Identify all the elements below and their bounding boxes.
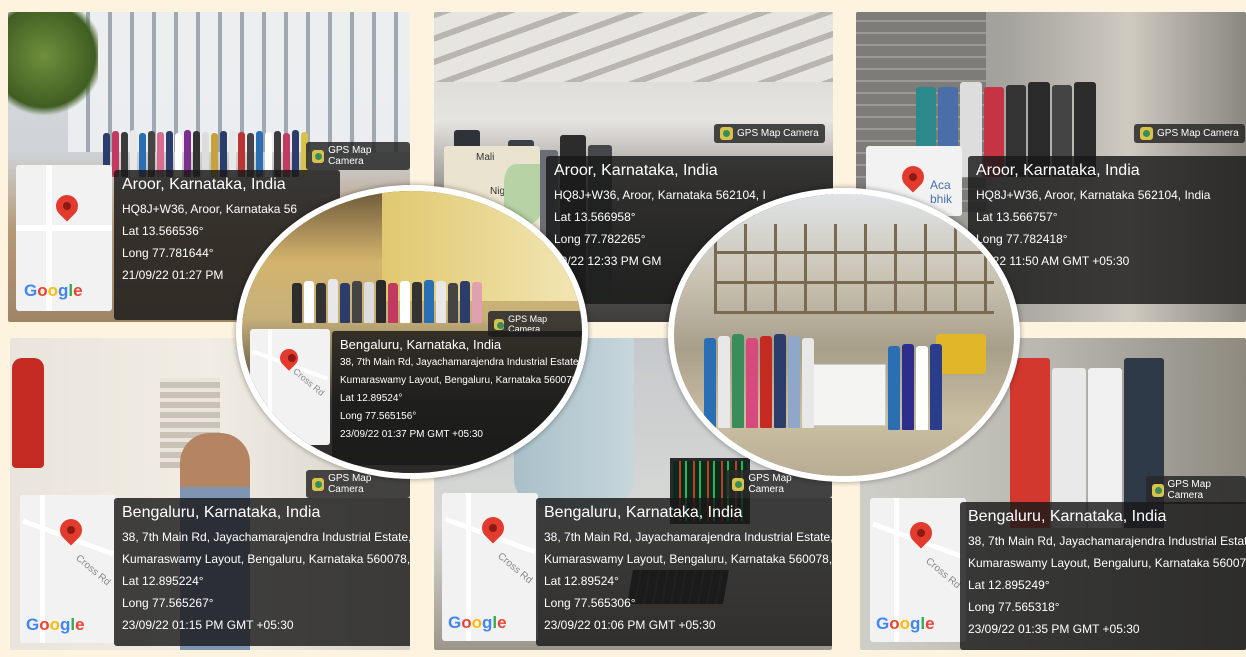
road-label: Cross Rd	[923, 555, 963, 592]
location-map-thumbnail: Cross Rd	[250, 329, 330, 445]
timestamp: 23/09/22 01:37 PM GMT +05:30	[340, 429, 483, 440]
gps-camera-icon	[720, 127, 733, 140]
gps-camera-icon	[732, 477, 745, 491]
gps-camera-badge: GPS Map Camera	[1134, 124, 1245, 143]
latitude: Lat 12.89524°	[340, 393, 403, 404]
longitude: Long 77.565267°	[122, 596, 214, 610]
excavator	[936, 334, 986, 374]
timestamp: 23/09/22 01:06 PM GMT +05:30	[544, 618, 716, 632]
gps-camera-icon	[312, 477, 325, 491]
gps-camera-icon	[312, 149, 325, 163]
address-line-1: 38, 7th Main Rd, Jayachamarajendra Indus…	[122, 530, 410, 544]
fire-extinguisher	[12, 358, 44, 468]
location-map-thumbnail: Cross Rd Google	[870, 498, 966, 642]
timestamp: 23/09/22 01:15 PM GMT +05:30	[122, 618, 294, 632]
scaffold-structure	[714, 224, 994, 314]
longitude: Long 77.782418°	[976, 232, 1068, 246]
location-info-panel: Bengaluru, Karnataka, India 38, 7th Main…	[332, 331, 588, 465]
gps-camera-icon	[1152, 483, 1164, 497]
address-line-1: 38, 7th Main Rd, Jayachamarajendra Indus…	[968, 534, 1246, 548]
address-line-1: 38, 7th Main Rd, Jayachamarajendra Indus…	[544, 530, 832, 544]
gps-camera-label: GPS Map Camera	[328, 145, 372, 167]
road-label: Cross Rd	[73, 552, 113, 589]
latitude: Lat 13.566757°	[976, 210, 1058, 224]
google-logo: Google	[26, 615, 85, 634]
photo-circle-construction-banner	[668, 188, 1020, 482]
location-map-thumbnail: Cross Rd Google	[20, 495, 116, 643]
google-logo: Google	[448, 613, 507, 632]
location-map-thumbnail: Google	[16, 165, 112, 311]
gps-camera-badge: GPS Map Camera	[306, 142, 410, 170]
address-line-2: Kumaraswamy Layout, Bengaluru, Karnataka…	[544, 552, 832, 566]
gps-camera-icon	[494, 318, 505, 330]
tree	[8, 12, 98, 122]
place-name: Bengaluru, Karnataka, India	[122, 504, 321, 521]
location-info-panel: Bengaluru, Karnataka, India 38, 7th Main…	[960, 502, 1246, 650]
address-line-2: Kumaraswamy Layout, Bengaluru, Karnataka…	[968, 556, 1246, 570]
longitude: Long 77.565318°	[968, 600, 1060, 614]
latitude: Lat 12.895224°	[122, 574, 204, 588]
map-road	[268, 329, 272, 445]
address-line-1: 38, 7th Main Rd, Jayachamarajendra Indus…	[340, 357, 582, 368]
gps-camera-badge: GPS Map Camera	[714, 124, 825, 143]
place-name: Bengaluru, Karnataka, India	[340, 337, 502, 352]
map-label-mali: Mali	[476, 152, 495, 163]
address-line-2: Kumaraswamy Layout, Bengaluru, Karnataka…	[340, 375, 588, 386]
place-name: Aroor, Karnataka, India	[554, 162, 718, 179]
white-banner	[804, 364, 886, 426]
place-name: Bengaluru, Karnataka, India	[968, 508, 1167, 525]
gps-camera-label: GPS Map Camera	[1167, 479, 1211, 501]
gps-camera-label: GPS Map Camera	[1157, 128, 1239, 139]
timestamp: 09/22 11:50 AM GMT +05:30	[976, 254, 1130, 268]
longitude: Long 77.565156°	[340, 411, 417, 422]
address-line: HQ8J+W36, Aroor, Karnataka 562104, India	[976, 188, 1211, 202]
photo-circle-bengaluru-group: GPS Map Camera Cross Rd Bengaluru, Karna…	[236, 185, 588, 479]
timestamp: 23/09/22 01:35 PM GMT +05:30	[968, 622, 1140, 636]
map-road	[16, 225, 112, 231]
map-pin-icon	[897, 161, 929, 193]
student-group	[888, 344, 942, 430]
location-map-thumbnail: Cross Rd Google	[442, 493, 538, 641]
longitude: Long 77.565306°	[544, 596, 636, 610]
address-line-2: Kumaraswamy Layout, Bengaluru, Karnataka…	[122, 552, 410, 566]
location-info-panel: Bengaluru, Karnataka, India 38, 7th Main…	[114, 498, 410, 646]
ceiling-structure	[434, 12, 833, 82]
location-info-panel: Bengaluru, Karnataka, India 38, 7th Main…	[536, 498, 832, 646]
place-name: Bengaluru, Karnataka, India	[544, 504, 743, 521]
gps-camera-icon	[1140, 127, 1153, 140]
student-group	[704, 334, 814, 428]
road-label: Cross Rd	[495, 550, 535, 587]
gps-camera-label: GPS Map Camera	[737, 128, 819, 139]
google-logo: Google	[876, 614, 935, 633]
latitude: Lat 12.89524°	[544, 574, 619, 588]
google-logo: Google	[24, 281, 83, 300]
map-pin-icon	[51, 190, 83, 222]
place-name: Aroor, Karnataka, India	[976, 162, 1140, 179]
student-group	[292, 279, 482, 323]
latitude: Lat 12.895249°	[968, 578, 1050, 592]
gps-camera-badge: GPS Map Camera	[1146, 476, 1246, 504]
